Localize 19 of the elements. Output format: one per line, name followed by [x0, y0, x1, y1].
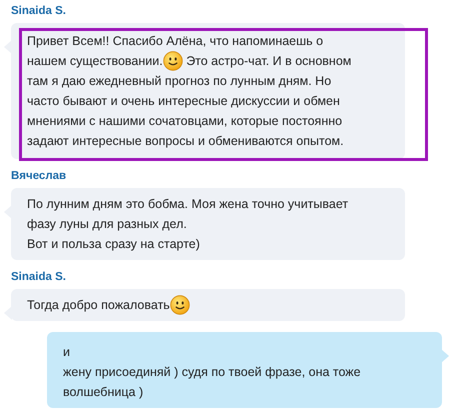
message-text: Вот и польза сразу на старте) [27, 236, 200, 253]
smiley-icon [170, 295, 190, 315]
message-text: нашем существовании. [27, 53, 163, 70]
message-text: Это астро-чат. И в основном [185, 53, 352, 70]
sender-name: Вячеслав [11, 170, 68, 184]
message-text: задают интересные вопросы и обмениваются опытом. [27, 133, 344, 150]
message-text: жену присоединяй ) судя по твоей фразе, она тоже [63, 364, 361, 381]
sender-name: Sinaida S. [11, 271, 67, 285]
message-text: Привет Всем!! Спасибо Алёна, что напоминаешь о [27, 33, 324, 50]
message-text: там я даю ежедневный прогноз по лунным дням. Но [27, 73, 332, 90]
smiley-icon [162, 51, 183, 71]
message-text: По лунним дням это бобма. Моя жена точно учитывает [27, 196, 348, 213]
message-text: и [63, 344, 70, 361]
message-text: мнениями с нашими сочатовцами, которые постоянно [27, 113, 342, 130]
message-text: Тогда добро пожаловать [27, 297, 170, 314]
message-text: часто бывают и очень интересные дискуссии и обмен [27, 93, 340, 110]
message-text: фазу луны для разных дел. [27, 216, 187, 233]
message-text: волшебница ) [63, 384, 144, 401]
sender-name: Sinaida S. [11, 5, 67, 19]
